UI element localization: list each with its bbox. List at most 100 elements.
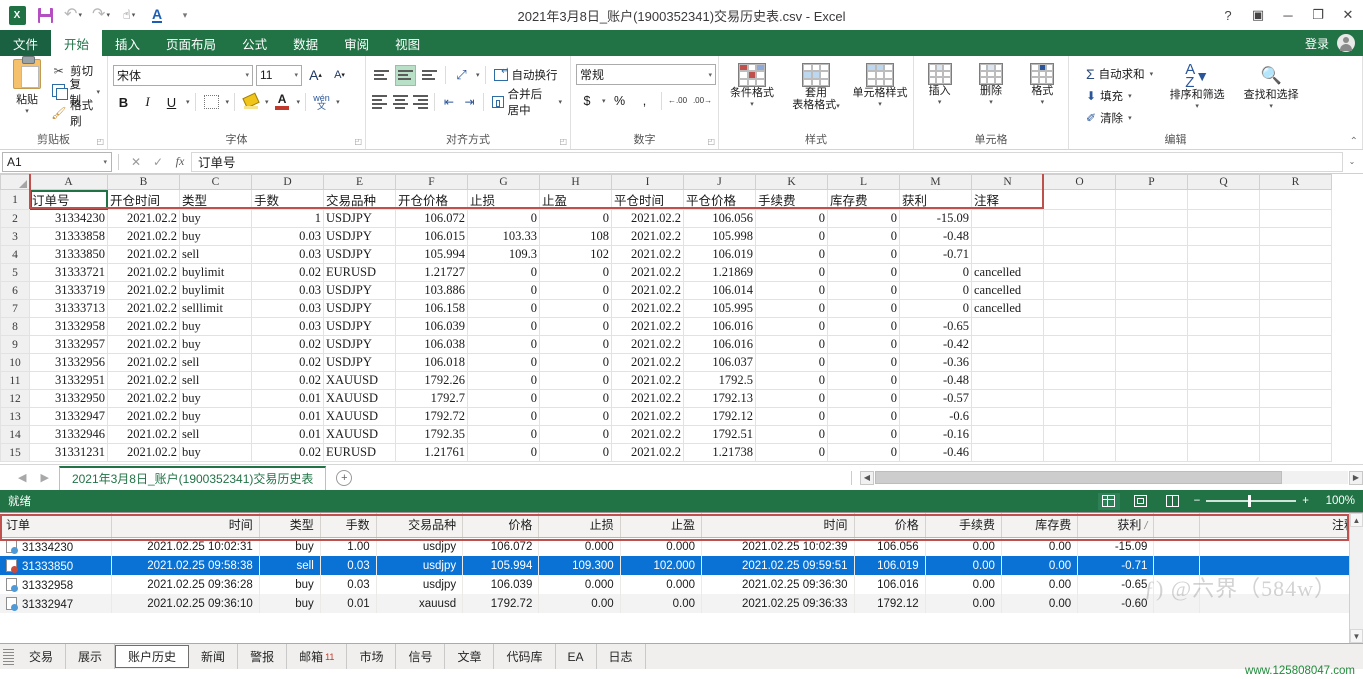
- cell-E9[interactable]: USDJPY: [324, 336, 396, 354]
- cell-I11[interactable]: 2021.02.2: [612, 372, 684, 390]
- terminal-cell-6[interactable]: 0.000: [539, 537, 620, 556]
- normal-view-icon[interactable]: [1098, 493, 1120, 510]
- horizontal-scrollbar[interactable]: ◀ ▶: [843, 471, 1363, 485]
- cell-G2[interactable]: 0: [468, 210, 540, 228]
- cell-H7[interactable]: 0: [540, 300, 612, 318]
- cell-F7[interactable]: 106.158: [396, 300, 468, 318]
- cell-N13[interactable]: [972, 408, 1044, 426]
- cell-B3[interactable]: 2021.02.2: [108, 228, 180, 246]
- cell-A3[interactable]: 31333858: [30, 228, 108, 246]
- terminal-col-3[interactable]: 手数: [320, 513, 376, 537]
- cell-Q10[interactable]: [1188, 354, 1260, 372]
- cell-M5[interactable]: 0: [900, 264, 972, 282]
- sort-filter-button[interactable]: AZ▼ 排序和筛选▾: [1167, 63, 1227, 113]
- cell-O11[interactable]: [1044, 372, 1116, 390]
- cell-I2[interactable]: 2021.02.2: [612, 210, 684, 228]
- cell-K13[interactable]: 0: [756, 408, 828, 426]
- column-header-J[interactable]: J: [684, 175, 756, 190]
- cell-O10[interactable]: [1044, 354, 1116, 372]
- cell-M2[interactable]: -15.09: [900, 210, 972, 228]
- cell-F3[interactable]: 106.015: [396, 228, 468, 246]
- cell-H9[interactable]: 0: [540, 336, 612, 354]
- terminal-cell-14[interactable]: [1200, 556, 1363, 575]
- cell-L14[interactable]: 0: [828, 426, 900, 444]
- cell-G3[interactable]: 103.33: [468, 228, 540, 246]
- cell-Q7[interactable]: [1188, 300, 1260, 318]
- cell-L5[interactable]: 0: [828, 264, 900, 282]
- terminal-cell-5[interactable]: 1792.72: [463, 594, 539, 613]
- cell-M14[interactable]: -0.16: [900, 426, 972, 444]
- cell-R6[interactable]: [1260, 282, 1332, 300]
- cell-C15[interactable]: buy: [180, 444, 252, 462]
- column-header-I[interactable]: I: [612, 175, 684, 190]
- column-header-L[interactable]: L: [828, 175, 900, 190]
- terminal-col-14[interactable]: 注释: [1200, 513, 1363, 537]
- delete-cells-button[interactable]: 删除▾: [970, 63, 1011, 109]
- ribbon-tab-insert[interactable]: 插入: [102, 30, 153, 56]
- wrap-text-button[interactable]: 自动换行: [491, 65, 561, 86]
- column-header-N[interactable]: N: [972, 175, 1044, 190]
- insert-function-icon[interactable]: fx: [169, 154, 191, 169]
- zoom-in-icon[interactable]: +: [1302, 495, 1309, 507]
- cell-L2[interactable]: 0: [828, 210, 900, 228]
- cell-Q2[interactable]: [1188, 210, 1260, 228]
- number-format-combo[interactable]: 常规▾: [576, 64, 716, 85]
- cell-C5[interactable]: buylimit: [180, 264, 252, 282]
- terminal-col-12[interactable]: 获利/: [1078, 513, 1154, 537]
- cell-P12[interactable]: [1116, 390, 1188, 408]
- terminal-cell-7[interactable]: 0.00: [620, 594, 701, 613]
- cell-F12[interactable]: 1792.7: [396, 390, 468, 408]
- cell-K4[interactable]: 0: [756, 246, 828, 264]
- cell-R3[interactable]: [1260, 228, 1332, 246]
- cell-I3[interactable]: 2021.02.2: [612, 228, 684, 246]
- borders-icon[interactable]: [201, 92, 222, 113]
- cell-O1[interactable]: [1044, 190, 1116, 210]
- cell-F4[interactable]: 105.994: [396, 246, 468, 264]
- cell-L7[interactable]: 0: [828, 300, 900, 318]
- cell-G10[interactable]: 0: [468, 354, 540, 372]
- cell-F9[interactable]: 106.038: [396, 336, 468, 354]
- cell-B8[interactable]: 2021.02.2: [108, 318, 180, 336]
- phonetic-guide-icon[interactable]: wén文: [311, 92, 332, 113]
- cell-D5[interactable]: 0.02: [252, 264, 324, 282]
- cell-styles-button[interactable]: 单元格样式▾: [852, 63, 908, 111]
- worksheet-area[interactable]: ABCDEFGHIJKLMNOPQR1订单号开仓时间类型手数交易品种开仓价格止损…: [0, 174, 1363, 464]
- cell-I4[interactable]: 2021.02.2: [612, 246, 684, 264]
- terminal-cell-1[interactable]: 2021.02.25 09:58:38: [112, 556, 259, 575]
- zoom-slider[interactable]: − +: [1194, 495, 1309, 507]
- format-painter-button[interactable]: 🖌格式刷: [49, 102, 102, 123]
- autosum-button[interactable]: Σ自动求和▾: [1086, 63, 1153, 84]
- column-header-F[interactable]: F: [396, 175, 468, 190]
- cell-D7[interactable]: 0.03: [252, 300, 324, 318]
- cell-Q4[interactable]: [1188, 246, 1260, 264]
- cell-J7[interactable]: 105.995: [684, 300, 756, 318]
- cell-R1[interactable]: [1260, 190, 1332, 210]
- cell-P3[interactable]: [1116, 228, 1188, 246]
- cell-D2[interactable]: 1: [252, 210, 324, 228]
- cell-R7[interactable]: [1260, 300, 1332, 318]
- increase-indent-icon[interactable]: ⇥: [461, 92, 478, 113]
- cell-M3[interactable]: -0.48: [900, 228, 972, 246]
- cell-O4[interactable]: [1044, 246, 1116, 264]
- terminal-cell-4[interactable]: usdjpy: [376, 575, 462, 594]
- cell-A10[interactable]: 31332956: [30, 354, 108, 372]
- cell-L13[interactable]: 0: [828, 408, 900, 426]
- cell-E14[interactable]: XAUUSD: [324, 426, 396, 444]
- terminal-col-11[interactable]: 库存费: [1001, 513, 1077, 537]
- expand-formula-bar-icon[interactable]: ⌄: [1343, 157, 1361, 166]
- clipboard-dialog-launcher[interactable]: ◰: [96, 137, 104, 146]
- cell-L9[interactable]: 0: [828, 336, 900, 354]
- cell-K14[interactable]: 0: [756, 426, 828, 444]
- scroll-up-icon[interactable]: ▲: [1350, 513, 1363, 527]
- scroll-track[interactable]: [875, 471, 1348, 484]
- column-header-H[interactable]: H: [540, 175, 612, 190]
- terminal-col-6[interactable]: 止损: [539, 513, 620, 537]
- page-break-preview-icon[interactable]: [1162, 493, 1184, 510]
- cell-D13[interactable]: 0.01: [252, 408, 324, 426]
- scroll-thumb[interactable]: [875, 471, 1282, 484]
- cell-O2[interactable]: [1044, 210, 1116, 228]
- cell-K6[interactable]: 0: [756, 282, 828, 300]
- terminal-tab-signals[interactable]: 信号: [396, 644, 445, 669]
- cell-K10[interactable]: 0: [756, 354, 828, 372]
- cell-E10[interactable]: USDJPY: [324, 354, 396, 372]
